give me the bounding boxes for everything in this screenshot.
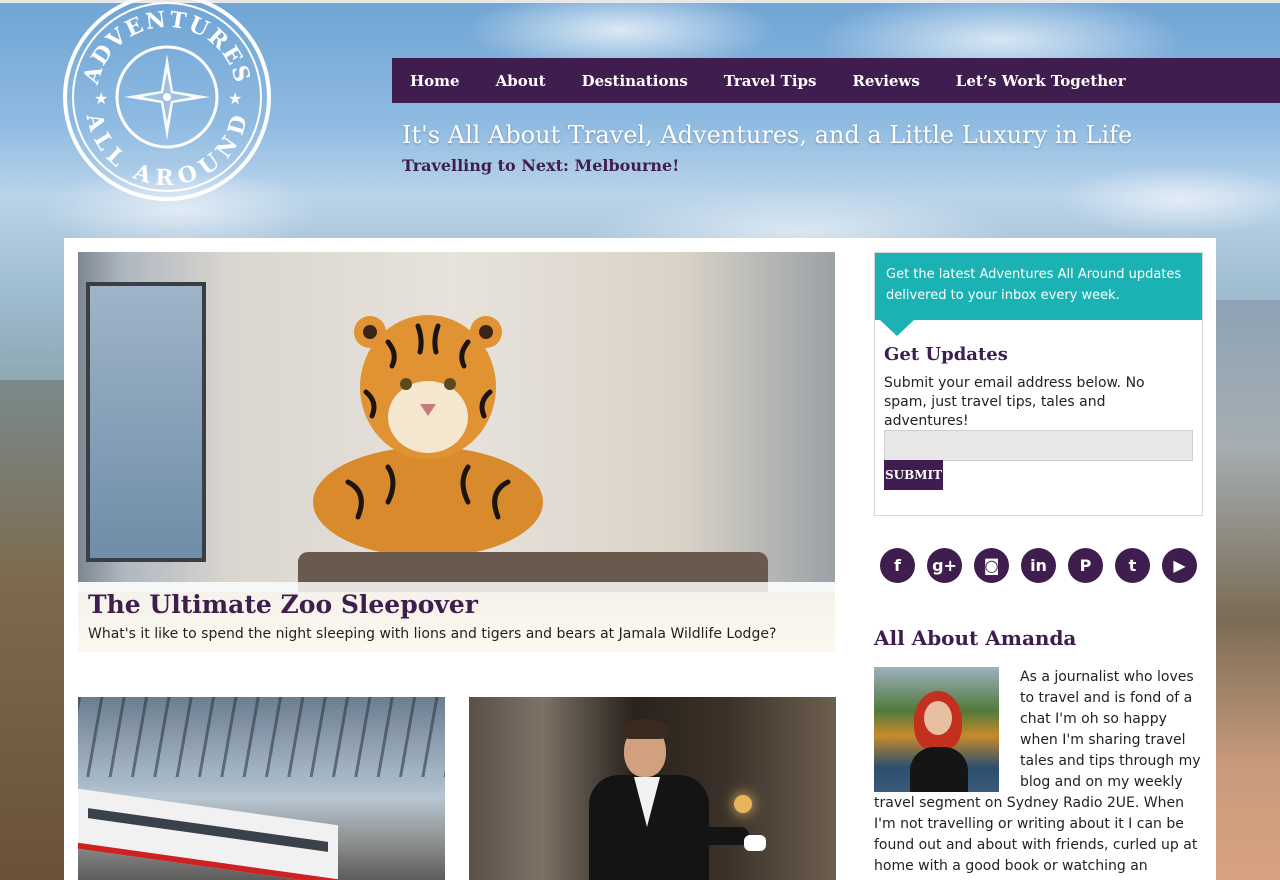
- featured-caption[interactable]: The Ultimate Zoo Sleepover What's it lik…: [78, 582, 835, 652]
- background-landscape-right: [1215, 300, 1280, 880]
- avatar-torso: [910, 747, 968, 792]
- post-thumbnail-train[interactable]: [78, 697, 445, 880]
- youtube-icon[interactable]: ▶: [1162, 548, 1197, 583]
- nav-destinations[interactable]: Destinations: [582, 72, 688, 90]
- site-tagline: It's All About Travel, Adventures, and a…: [402, 121, 1133, 149]
- lamp: [734, 795, 752, 813]
- featured-post-excerpt: What's it like to spend the night sleepi…: [88, 626, 777, 642]
- google-plus-icon[interactable]: g+: [927, 548, 962, 583]
- nav-work-together[interactable]: Let’s Work Together: [956, 72, 1126, 90]
- compass-logo-icon: ADVENTURES ALL AROUND ★ ★: [63, 0, 271, 201]
- nav-travel-tips[interactable]: Travel Tips: [724, 72, 817, 90]
- main-nav: Home About Destinations Travel Tips Revi…: [392, 58, 1280, 103]
- avatar-face: [924, 701, 952, 735]
- newsletter-banner-arrow: [880, 320, 914, 336]
- svg-text:★: ★: [94, 89, 108, 108]
- svg-text:★: ★: [228, 89, 242, 108]
- avatar[interactable]: [874, 667, 999, 792]
- facebook-icon[interactable]: f: [880, 548, 915, 583]
- newsletter-description: Submit your email address below. No spam…: [884, 375, 1145, 429]
- featured-bg-window: [86, 282, 206, 562]
- submit-button[interactable]: SUBMIT: [884, 460, 943, 490]
- butler-glove: [744, 835, 766, 851]
- butler-hair: [622, 719, 668, 739]
- post-thumbnail-butler[interactable]: [469, 697, 836, 880]
- linkedin-icon[interactable]: in: [1021, 548, 1056, 583]
- pinterest-icon[interactable]: P: [1068, 548, 1103, 583]
- next-trip-text: Travelling to Next: Melbourne!: [402, 156, 680, 175]
- nav-about[interactable]: About: [496, 72, 546, 90]
- social-links: f g+ ◙ in P t ▶: [880, 548, 1197, 583]
- email-input[interactable]: [884, 430, 1193, 461]
- twitter-icon[interactable]: t: [1115, 548, 1150, 583]
- instagram-icon[interactable]: ◙: [974, 548, 1009, 583]
- about-title: All About Amanda: [874, 626, 1077, 650]
- train-station-roof: [78, 697, 445, 777]
- newsletter-title: Get Updates: [884, 344, 1008, 365]
- featured-post-title[interactable]: The Ultimate Zoo Sleepover: [88, 590, 825, 620]
- site-logo[interactable]: ADVENTURES ALL AROUND ★ ★: [62, 0, 272, 202]
- newsletter-banner: Get the latest Adventures All Around upd…: [875, 253, 1202, 320]
- tiger-illustration: [313, 315, 543, 552]
- nav-home[interactable]: Home: [410, 72, 460, 90]
- butler-arm: [689, 827, 749, 845]
- nav-reviews[interactable]: Reviews: [852, 72, 919, 90]
- background-landscape-left: [0, 380, 70, 880]
